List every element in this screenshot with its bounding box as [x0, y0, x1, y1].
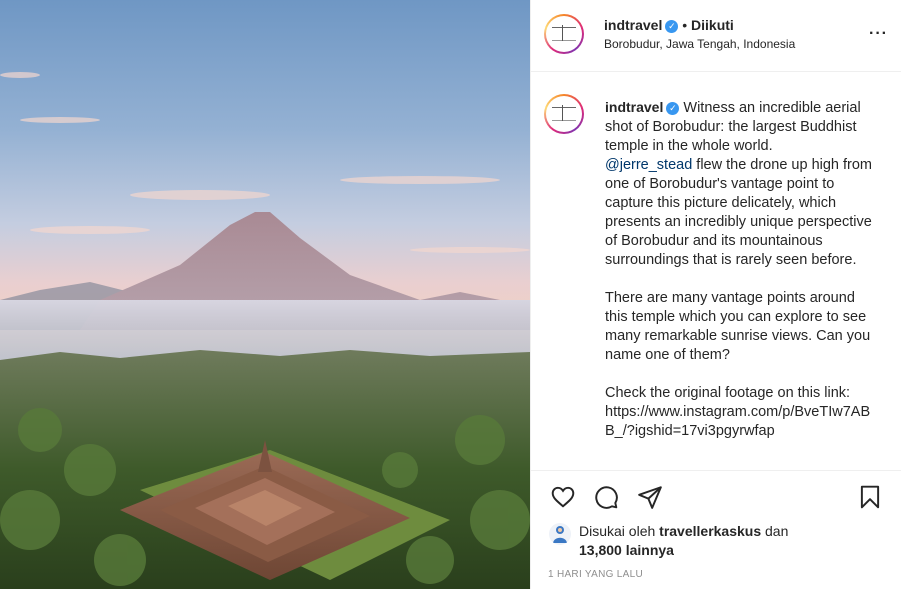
- share-icon[interactable]: [637, 484, 663, 510]
- action-bar: [531, 472, 901, 524]
- location-link[interactable]: Borobudur, Jawa Tengah, Indonesia: [604, 37, 795, 51]
- bookmark-icon[interactable]: [857, 484, 883, 510]
- caption-body-2: flew the drone up high from one of Borob…: [605, 157, 873, 439]
- photo-illustration: [0, 72, 530, 589]
- post-photo[interactable]: [0, 0, 530, 589]
- liker-avatar[interactable]: [549, 523, 571, 545]
- caption-text: indtravel ✓ Witness an incredible aerial …: [605, 98, 877, 441]
- likes-prefix: Disukai oleh: [579, 523, 660, 539]
- verified-badge-icon: ✓: [665, 20, 679, 33]
- caption-avatar[interactable]: [544, 94, 584, 134]
- likes-line-1: Disukai oleh travellerkaskus dan: [579, 522, 788, 541]
- mention-link[interactable]: @jerre_stead: [605, 157, 692, 173]
- username-link[interactable]: indtravel: [604, 17, 662, 33]
- instagram-post: indtravel ✓ • Diikuti Borobudur, Jawa Ten…: [0, 0, 901, 589]
- more-horizontal-icon[interactable]: ···: [869, 26, 888, 42]
- avatar[interactable]: [544, 14, 584, 54]
- comment-icon[interactable]: [593, 484, 619, 510]
- header-separator: •: [682, 17, 688, 33]
- liker-username-link[interactable]: travellerkaskus: [659, 523, 761, 539]
- indtravel-logo: [552, 105, 576, 121]
- caption-area[interactable]: indtravel ✓ Witness an incredible aerial …: [531, 72, 901, 471]
- likes-others-link[interactable]: 13,800 lainnya: [579, 541, 674, 560]
- indtravel-logo: [552, 25, 576, 41]
- header-title-line: indtravel ✓ • Diikuti: [604, 17, 734, 33]
- post-side-panel: indtravel ✓ • Diikuti Borobudur, Jawa Ten…: [530, 0, 901, 589]
- avatar-image: [546, 16, 582, 52]
- post-timestamp[interactable]: 1 HARI YANG LALU: [548, 569, 643, 580]
- verified-badge-icon: ✓: [666, 102, 680, 115]
- likes-conj: dan: [761, 523, 789, 539]
- follow-status-button[interactable]: Diikuti: [691, 17, 734, 33]
- caption-username-link[interactable]: indtravel: [605, 99, 663, 115]
- post-header: indtravel ✓ • Diikuti Borobudur, Jawa Ten…: [531, 0, 901, 72]
- heart-icon[interactable]: [550, 484, 576, 510]
- avatar-image: [546, 96, 582, 132]
- liker-avatar-image: [553, 526, 567, 543]
